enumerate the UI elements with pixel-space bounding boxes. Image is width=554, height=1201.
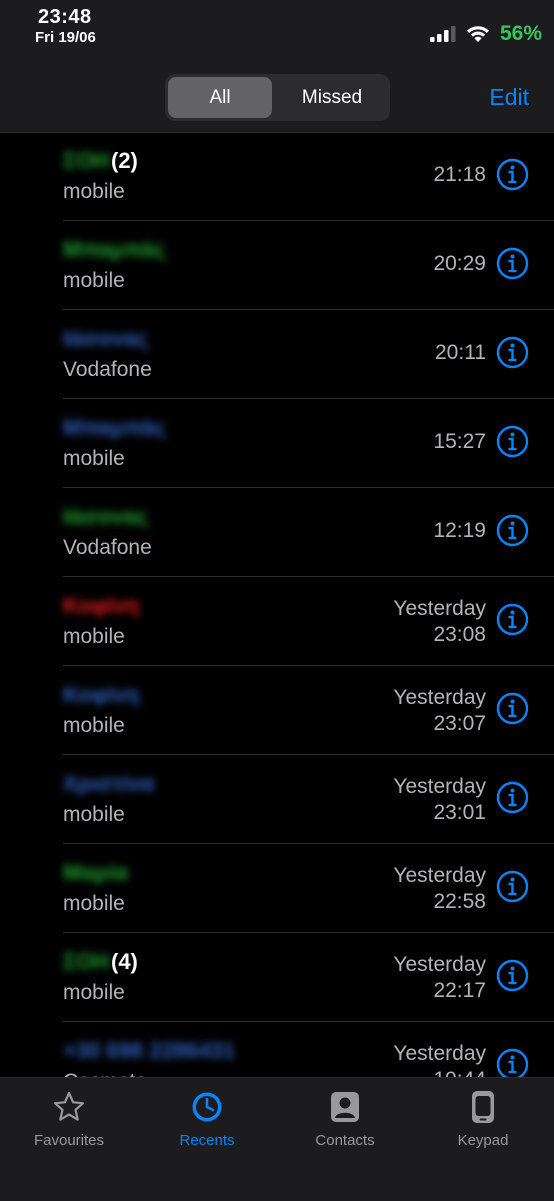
call-time: 21:18 [433, 163, 486, 186]
status-time: 23:48 [38, 6, 92, 28]
call-row[interactable]: Κοφίνη mobile Yesterday 23:07 [0, 666, 554, 755]
call-type: mobile [63, 269, 125, 292]
call-type: mobile [63, 981, 125, 1004]
wifi-icon [466, 26, 489, 42]
call-day: Yesterday [393, 953, 486, 976]
caller-name: +30 698 2286431 [63, 1038, 235, 1063]
caller-name: Κοφίνη [63, 593, 140, 618]
caller-name: Ιάσονας [63, 326, 149, 351]
info-icon[interactable] [496, 247, 529, 280]
keypad-icon [472, 1091, 494, 1123]
tab-label-favourites: Favourites [33, 1132, 105, 1149]
tab-keypad[interactable]: Keypad [414, 1090, 552, 1149]
star-icon [53, 1091, 85, 1121]
call-day: Yesterday [393, 686, 486, 709]
call-type: mobile [63, 180, 125, 203]
call-count: (2) [111, 148, 138, 173]
call-time: 20:11 [435, 341, 486, 364]
tab-label-contacts: Contacts [315, 1132, 375, 1149]
segment-all[interactable]: All [168, 77, 272, 118]
caller-name: Χριστίνα [63, 771, 155, 796]
call-type: Vodafone [63, 536, 152, 559]
call-filter-segmented-control: All Missed [165, 74, 390, 121]
call-type: Vodafone [63, 358, 152, 381]
info-icon[interactable] [496, 336, 529, 369]
info-icon[interactable] [496, 781, 529, 814]
call-row[interactable]: Μαρία mobile Yesterday 22:58 [0, 844, 554, 933]
tab-favourites[interactable]: Favourites [0, 1090, 138, 1149]
call-type: mobile [63, 447, 125, 470]
call-time: 12:19 [433, 519, 486, 542]
call-time: 23:01 [433, 801, 486, 824]
call-row[interactable]: Μπαμπάς mobile 20:29 [0, 221, 554, 310]
info-icon[interactable] [496, 870, 529, 903]
call-type: mobile [63, 803, 125, 826]
call-time: 23:07 [433, 712, 486, 735]
info-icon[interactable] [496, 959, 529, 992]
status-date: Fri 19/06 [35, 29, 96, 46]
info-icon[interactable] [496, 514, 529, 547]
call-time: 20:29 [433, 252, 486, 275]
call-time: 15:27 [433, 430, 486, 453]
call-type: mobile [63, 892, 125, 915]
tab-label-recents: Recents [179, 1132, 235, 1149]
caller-name: Μπαμπάς [63, 415, 166, 440]
segment-missed[interactable]: Missed [277, 77, 387, 118]
call-row[interactable]: ΣΟΗ (2) mobile 21:18 [0, 132, 554, 221]
battery-percentage: 56% [499, 22, 542, 45]
clock-icon [192, 1092, 222, 1122]
call-type: mobile [63, 714, 125, 737]
call-time: 22:17 [433, 979, 486, 1002]
call-row[interactable]: Χριστίνα mobile Yesterday 23:01 [0, 755, 554, 844]
call-row[interactable]: Ιάσονας Vodafone 12:19 [0, 488, 554, 577]
recent-calls-list: ΣΟΗ (2) mobile 21:18 Μπαμπάς mobile 20:29 Ιάσον… [0, 132, 554, 1111]
caller-name: Ιάσονας [63, 504, 149, 529]
info-icon[interactable] [496, 603, 529, 636]
call-type: mobile [63, 625, 125, 648]
call-row[interactable]: ΣΟΗ (4) mobile Yesterday 22:17 [0, 933, 554, 1022]
call-day: Yesterday [393, 597, 486, 620]
cellular-signal-icon [429, 26, 456, 42]
info-icon[interactable] [496, 158, 529, 191]
call-row[interactable]: Κοφίνη mobile Yesterday 23:08 [0, 577, 554, 666]
status-indicators: 56% [429, 22, 542, 46]
call-row[interactable]: Ιάσονας Vodafone 20:11 [0, 310, 554, 399]
call-day: Yesterday [393, 775, 486, 798]
call-time: 23:08 [433, 623, 486, 646]
info-icon[interactable] [496, 692, 529, 725]
status-bar: 23:48 Fri 19/06 56% [0, 0, 554, 62]
caller-name: Μαρία [63, 860, 129, 885]
call-row[interactable]: Μπαμπάς mobile 15:27 [0, 399, 554, 488]
caller-name: Μπαμπάς [63, 237, 166, 262]
call-count: (4) [111, 949, 138, 974]
caller-name: ΣΟΗ [63, 949, 110, 974]
contacts-icon [331, 1092, 359, 1122]
tab-label-keypad: Keypad [457, 1132, 509, 1149]
call-day: Yesterday [393, 1042, 486, 1065]
caller-name: ΣΟΗ [63, 148, 110, 173]
tab-contacts[interactable]: Contacts [276, 1090, 414, 1149]
caller-name: Κοφίνη [63, 682, 140, 707]
recents-header: All Missed Edit [0, 62, 554, 133]
tab-recents[interactable]: Recents [138, 1090, 276, 1149]
call-time: 22:58 [433, 890, 486, 913]
tab-bar: Favourites Recents Contacts Keypad [0, 1077, 554, 1201]
edit-button[interactable]: Edit [489, 84, 529, 111]
call-day: Yesterday [393, 864, 486, 887]
info-icon[interactable] [496, 425, 529, 458]
